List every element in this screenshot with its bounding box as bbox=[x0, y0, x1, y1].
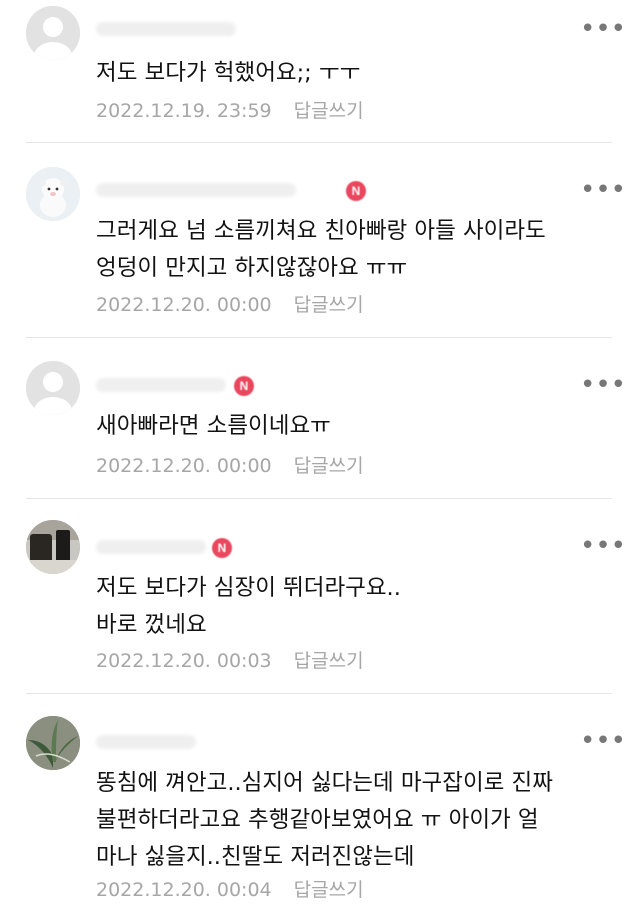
comment-date: 2022.12.19. 23:59 bbox=[96, 100, 272, 122]
reply-link[interactable]: 답글쓰기 bbox=[294, 455, 364, 477]
new-badge-icon: N bbox=[234, 376, 254, 396]
nickname-blurred[interactable] bbox=[96, 540, 206, 554]
comment-date: 2022.12.20. 00:04 bbox=[96, 879, 272, 901]
divider bbox=[26, 142, 612, 143]
divider bbox=[26, 337, 612, 338]
more-options-icon[interactable]: ••• bbox=[580, 177, 626, 207]
default-avatar-icon bbox=[26, 361, 80, 415]
new-badge-icon: N bbox=[212, 538, 232, 558]
reply-link[interactable]: 답글쓰기 bbox=[294, 879, 364, 901]
comment-meta: 2022.12.20. 00:00 답글쓰기 bbox=[96, 451, 364, 478]
comment-meta: 2022.12.20. 00:04 답글쓰기 bbox=[96, 875, 364, 902]
comment-text: 그러게요 넘 소름끼쳐요 친아빠랑 아들 사이라도 엉덩이 만지고 하지않잖아요… bbox=[96, 218, 546, 281]
nickname-blurred[interactable] bbox=[96, 22, 236, 36]
comment-text: 새아빠라면 소름이네요ㅠ bbox=[96, 413, 331, 439]
reply-link[interactable]: 답글쓰기 bbox=[294, 650, 364, 672]
more-options-icon[interactable]: ••• bbox=[580, 16, 626, 46]
comment-meta: 2022.12.20. 00:03 답글쓰기 bbox=[96, 646, 364, 673]
nickname-blurred[interactable] bbox=[96, 735, 196, 749]
default-avatar-icon bbox=[26, 6, 80, 60]
reply-link[interactable]: 답글쓰기 bbox=[294, 100, 364, 122]
comment-meta: 2022.12.19. 23:59 답글쓰기 bbox=[96, 96, 364, 123]
more-options-icon[interactable]: ••• bbox=[580, 728, 626, 758]
avatar-photo[interactable] bbox=[26, 520, 80, 574]
divider bbox=[26, 498, 612, 499]
more-options-icon[interactable]: ••• bbox=[580, 372, 626, 402]
comment-date: 2022.12.20. 00:00 bbox=[96, 294, 272, 316]
reply-link[interactable]: 답글쓰기 bbox=[294, 294, 364, 316]
comment-text: 저도 보다가 헉했어요;; ㅜㅜ bbox=[96, 60, 361, 86]
comment-meta: 2022.12.20. 00:00 답글쓰기 bbox=[96, 290, 364, 317]
nickname-blurred[interactable] bbox=[96, 378, 226, 392]
comment-date: 2022.12.20. 00:00 bbox=[96, 455, 272, 477]
plant-avatar-icon bbox=[26, 716, 80, 770]
character-avatar-icon bbox=[26, 167, 80, 221]
avatar-character[interactable] bbox=[26, 167, 80, 221]
comment-date: 2022.12.20. 00:03 bbox=[96, 650, 272, 672]
avatar-default[interactable] bbox=[26, 6, 80, 60]
comment-text: 저도 보다가 심장이 뛰더라구요.. 바로 껐네요 bbox=[96, 575, 401, 638]
more-options-icon[interactable]: ••• bbox=[580, 533, 626, 563]
avatar-plant[interactable] bbox=[26, 716, 80, 770]
avatar-default[interactable] bbox=[26, 361, 80, 415]
photo-avatar-icon bbox=[26, 520, 80, 574]
new-badge-icon: N bbox=[346, 181, 366, 201]
divider bbox=[26, 693, 612, 694]
nickname-blurred[interactable] bbox=[96, 183, 296, 197]
comment-text: 똥침에 껴안고..심지어 싫다는데 마구잡이로 진짜 불편하더라고요 추행같아보… bbox=[96, 770, 553, 870]
